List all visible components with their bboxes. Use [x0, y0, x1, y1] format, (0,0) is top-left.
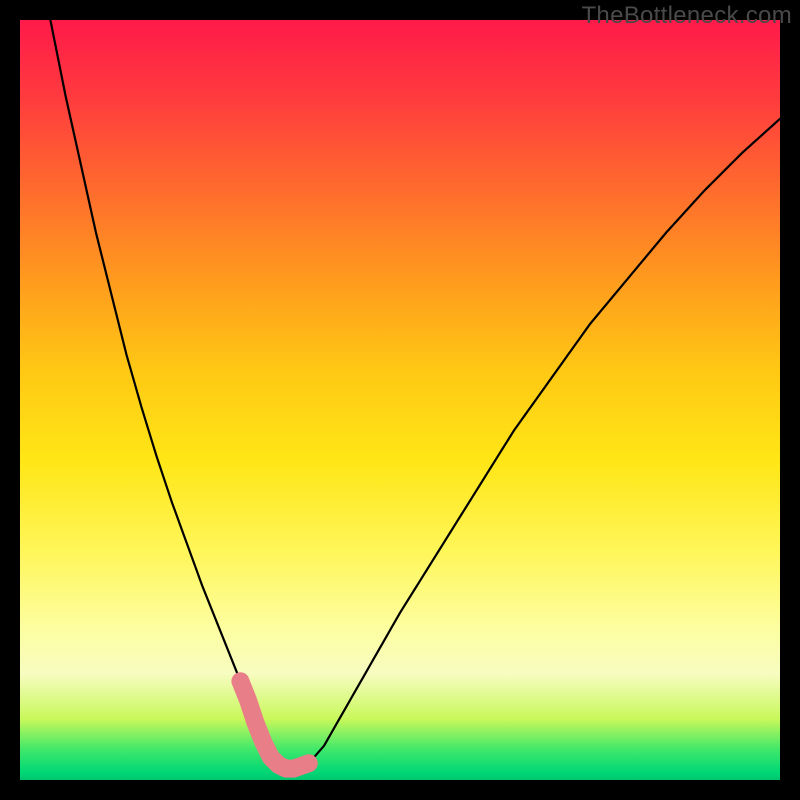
chart-frame [20, 20, 780, 780]
bottleneck-marker-segment [240, 681, 308, 768]
bottleneck-curve [50, 20, 780, 769]
bottleneck-chart [20, 20, 780, 780]
